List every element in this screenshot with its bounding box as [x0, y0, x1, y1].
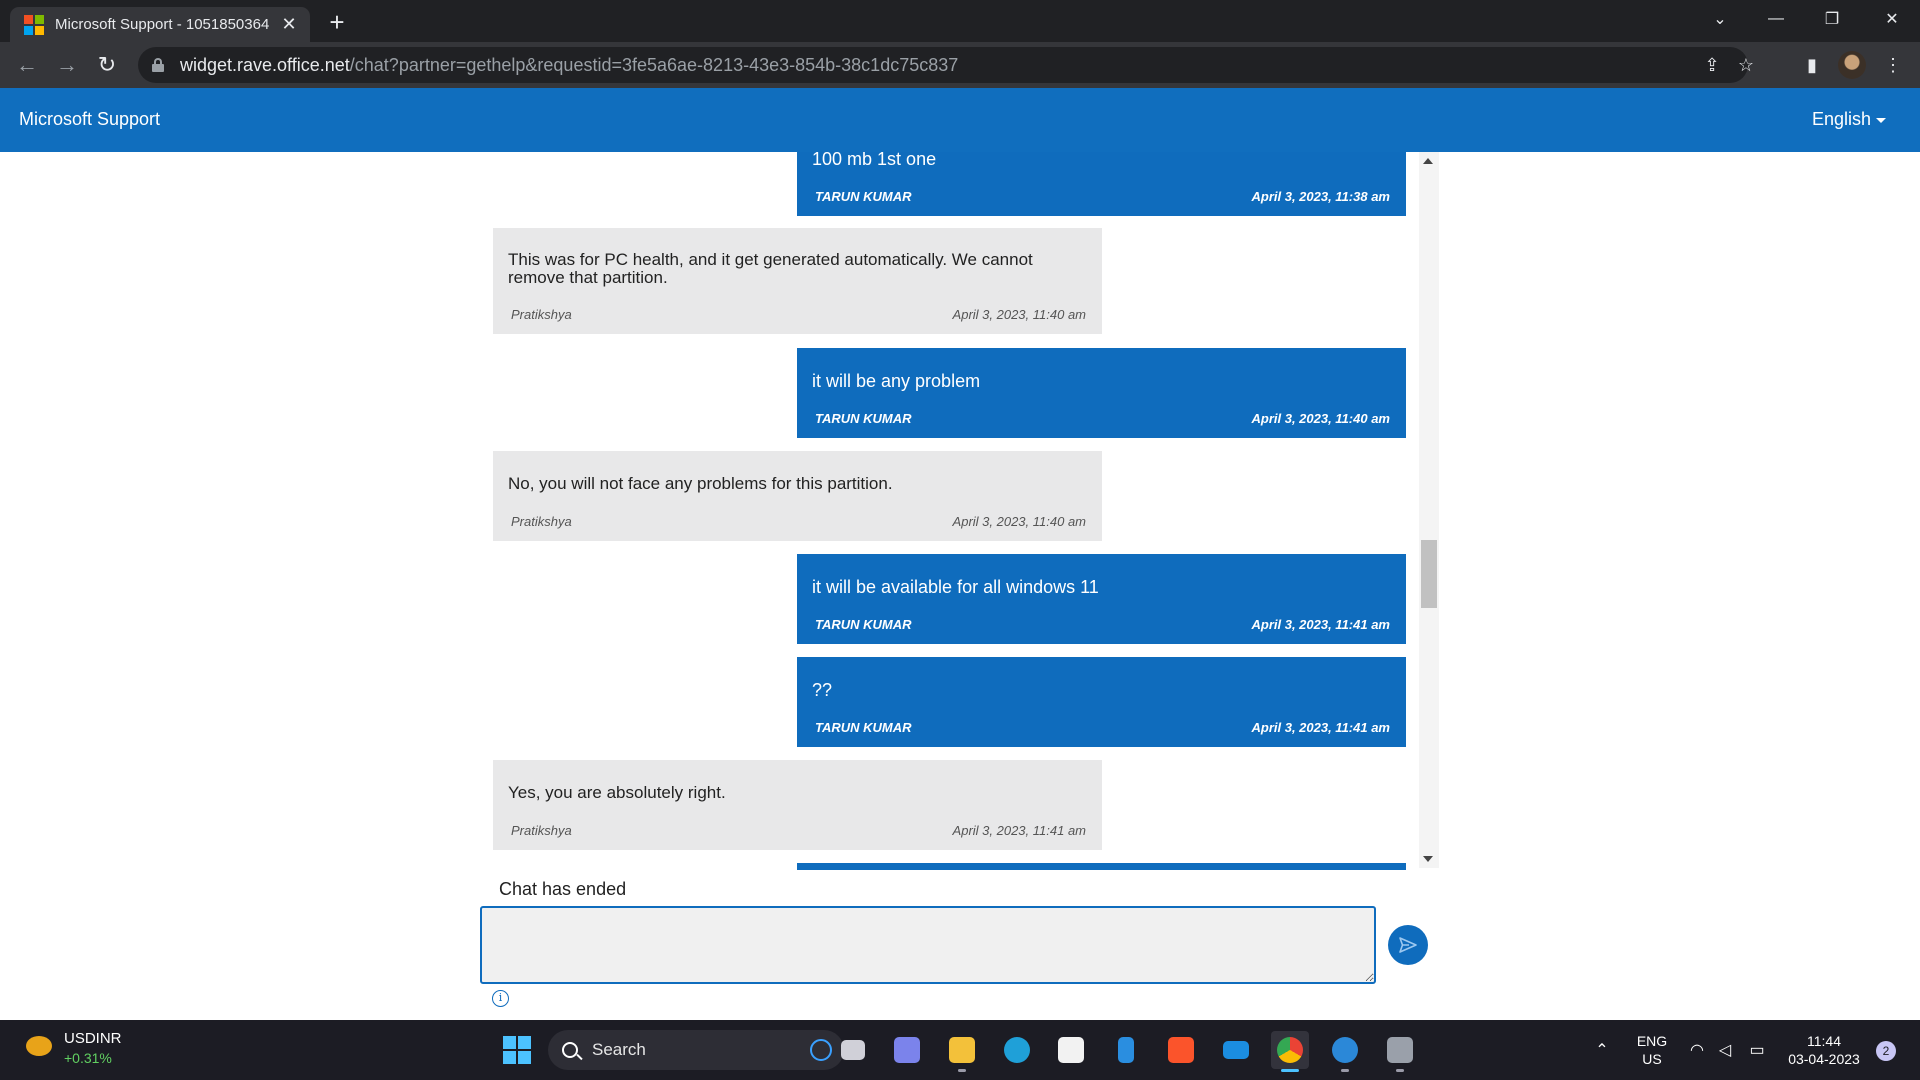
message-text: it will be available for all windows 11 — [812, 577, 1099, 597]
chevron-down-icon — [1876, 117, 1886, 123]
chrome-browser-icon[interactable] — [1271, 1031, 1309, 1072]
message-author: TARUN KUMAR — [815, 411, 912, 426]
share-icon[interactable]: ⇪ — [1698, 51, 1726, 79]
message-text: This was for PC health, and it get gener… — [508, 250, 1033, 287]
scroll-down-arrow-icon[interactable] — [1423, 856, 1433, 862]
minimize-icon[interactable]: — — [1748, 0, 1804, 38]
phone-link-icon[interactable] — [1107, 1031, 1145, 1069]
chat-message-user: ?? TARUN KUMAR April 3, 2023, 11:41 am — [797, 657, 1406, 747]
scrollbar-thumb[interactable] — [1421, 540, 1437, 608]
browser-toolbar: ← → ↻ widget.rave.office.net/chat?partne… — [0, 42, 1920, 88]
bing-icon — [810, 1039, 832, 1061]
currency-coin-icon — [22, 1032, 54, 1064]
message-time: April 3, 2023, 11:41 am — [1251, 720, 1390, 735]
clock[interactable]: 11:44 03-04-2023 — [1782, 1032, 1866, 1068]
browser-tab-strip: Microsoft Support - 1051850364 ✕ + ⌄ — ❐… — [0, 0, 1920, 42]
menu-kebab-icon[interactable]: ⋮ — [1878, 50, 1908, 80]
start-windows-icon[interactable] — [503, 1036, 531, 1064]
profile-avatar[interactable] — [1838, 51, 1866, 79]
browser-tab[interactable]: Microsoft Support - 1051850364 ✕ — [10, 7, 310, 42]
restore-icon[interactable]: ❐ — [1804, 0, 1860, 38]
scroll-up-arrow-icon[interactable] — [1423, 158, 1433, 164]
message-author: Pratikshya — [511, 514, 572, 529]
message-text: No, you will not face any problems for t… — [508, 474, 893, 493]
message-time: April 3, 2023, 11:40 am — [952, 514, 1086, 529]
tab-close-icon[interactable]: ✕ — [278, 14, 300, 35]
message-author: Pratikshya — [511, 823, 572, 838]
tab-search-icon[interactable]: ⌄ — [1692, 0, 1748, 38]
volume-icon[interactable]: ◁ — [1714, 1040, 1736, 1060]
message-author: TARUN KUMAR — [815, 189, 912, 204]
file-explorer-icon[interactable] — [943, 1031, 981, 1072]
teams-chat-icon[interactable] — [888, 1031, 926, 1069]
message-time: April 3, 2023, 11:41 am — [952, 823, 1086, 838]
input-language-line1: ENG — [1636, 1033, 1668, 1049]
brave-browser-icon[interactable] — [1162, 1031, 1200, 1069]
app-installer-icon[interactable] — [1381, 1031, 1419, 1072]
language-label: English — [1811, 109, 1871, 129]
message-time: April 3, 2023, 11:41 am — [1251, 617, 1390, 632]
message-time: April 3, 2023, 11:40 am — [1251, 411, 1390, 426]
url-path: /chat?partner=gethelp&requestid=3fe5a6ae… — [349, 54, 959, 75]
stock-widget[interactable]: USDINR +0.31% — [22, 1030, 122, 1066]
chat-message-user: 100 mb 1st one TARUN KUMAR April 3, 2023,… — [797, 152, 1406, 216]
chat-message-agent: This was for PC health, and it get gener… — [493, 228, 1102, 334]
clock-time: 11:44 — [1807, 1033, 1841, 1049]
mail-icon[interactable] — [1217, 1031, 1255, 1069]
message-text: 100 mb 1st one — [812, 152, 937, 169]
message-time: April 3, 2023, 11:40 am — [952, 307, 1086, 322]
chat-message-agent: Yes, you are absolutely right. Pratikshy… — [493, 760, 1102, 850]
ticker-change: +0.31% — [64, 1050, 112, 1066]
chat-message-user-partial — [797, 863, 1406, 870]
back-icon[interactable]: ← — [12, 50, 42, 80]
chat-message-input[interactable] — [480, 906, 1376, 984]
url-host: widget.rave.office.net — [180, 54, 350, 75]
message-author: TARUN KUMAR — [815, 617, 912, 632]
ticker-name: USDINR — [64, 1030, 122, 1047]
clock-date: 03-04-2023 — [1788, 1051, 1860, 1067]
lock-icon — [152, 58, 164, 72]
tab-title: Microsoft Support - 1051850364 — [55, 16, 270, 33]
new-tab-button[interactable]: + — [322, 8, 352, 38]
edge-browser-icon[interactable] — [998, 1031, 1036, 1069]
message-text: it will be any problem — [812, 371, 981, 391]
chevron-up-icon[interactable]: ⌃ — [1591, 1040, 1613, 1060]
app-header: Microsoft Support English — [0, 88, 1920, 152]
chat-message-user: it will be available for all windows 11 … — [797, 554, 1406, 644]
address-bar[interactable]: widget.rave.office.net/chat?partner=geth… — [138, 47, 1754, 83]
bookmark-star-icon[interactable]: ☆ — [1732, 51, 1760, 79]
reload-icon[interactable]: ↻ — [92, 50, 122, 80]
wifi-icon[interactable]: ◠ — [1686, 1040, 1708, 1060]
message-author: Pratikshya — [511, 307, 572, 322]
get-help-icon[interactable] — [1326, 1031, 1364, 1072]
side-panel-icon[interactable]: ▮ — [1797, 50, 1827, 80]
search-icon — [562, 1042, 578, 1058]
brand-title: Microsoft Support — [19, 109, 161, 129]
message-time: April 3, 2023, 11:38 am — [1251, 189, 1390, 204]
taskbar-search-label: Search — [592, 1040, 646, 1059]
input-language[interactable]: ENG US — [1628, 1032, 1676, 1068]
taskbar-search[interactable]: Search — [548, 1030, 844, 1070]
task-view-icon[interactable] — [834, 1031, 872, 1069]
microsoft-logo-icon — [24, 14, 44, 35]
chat-message-user: it will be any problem TARUN KUMAR April … — [797, 348, 1406, 438]
chat-transcript[interactable]: 100 mb 1st one TARUN KUMAR April 3, 2023,… — [480, 152, 1440, 870]
notification-badge[interactable]: 2 — [1876, 1041, 1896, 1061]
input-language-line2: US — [1642, 1051, 1662, 1067]
forward-icon[interactable]: → — [52, 50, 82, 80]
send-icon — [1399, 937, 1417, 953]
battery-icon[interactable]: ▭ — [1746, 1040, 1768, 1060]
chat-ended-notice: Chat has ended — [499, 879, 627, 899]
microsoft-store-icon[interactable] — [1052, 1031, 1090, 1069]
send-button[interactable] — [1388, 925, 1428, 965]
message-text: Yes, you are absolutely right. — [508, 783, 726, 802]
language-dropdown[interactable]: English — [1812, 109, 1886, 130]
chat-message-agent: No, you will not face any problems for t… — [493, 451, 1102, 541]
chat-scrollbar[interactable] — [1419, 152, 1439, 868]
message-author: TARUN KUMAR — [815, 720, 912, 735]
close-window-icon[interactable]: ✕ — [1864, 0, 1920, 38]
info-icon[interactable]: i — [492, 990, 509, 1007]
message-text: ?? — [812, 680, 833, 700]
